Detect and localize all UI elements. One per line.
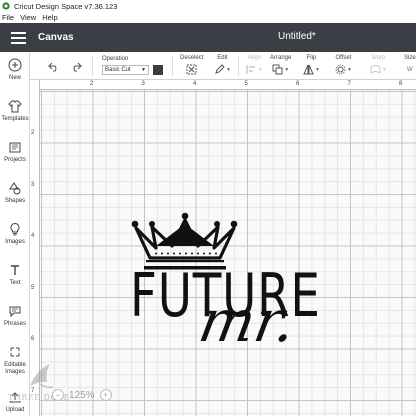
sidebar-item-label: Templates [1,116,29,122]
section-title: Canvas [38,32,74,43]
lightbulb-icon [10,222,20,236]
sidebar-item-label: Text [9,280,21,286]
ruler-number: 5 [31,284,35,291]
ruler-number: 3 [31,181,35,188]
flip-label: Flip [306,55,317,61]
size-group: Size W [404,55,416,73]
sidebar-item-label: Phrases [3,321,26,327]
ruler-number: 6 [31,336,35,342]
chevron-down-icon: ▼ [226,66,231,73]
chevron-down-icon: ▼ [347,66,352,73]
shapes-icon [9,182,21,195]
window-title: Cricut Design Space v7.36.123 [14,1,118,11]
sidebar-item-label: New [8,75,21,81]
deselect-button[interactable]: Deselect [180,55,203,75]
flip-button[interactable]: Flip ▼ [303,55,320,75]
document-title: Untitled* [278,31,316,42]
folder-icon [9,142,21,153]
chevron-down-icon: ▼ [284,66,290,73]
ruler-number: 2 [90,81,94,87]
offset-icon [335,64,346,75]
arrange-button[interactable]: Arrange ▼ [270,55,291,75]
editable-images-icon [10,347,20,357]
ruler-number: 7 [347,81,351,87]
operation-value: Basic Cut [105,67,131,73]
sidebar-item-label: Shapes [4,198,26,204]
warp-button: Warp ▼ [370,55,387,75]
sidebar-item-label: Images [5,239,25,245]
ruler-horizontal: 2 3 4 5 6 7 8 [40,80,416,90]
deselect-label: Deselect [180,55,204,61]
text-icon [11,265,19,275]
cricut-app-icon [2,2,10,10]
sidebar-item-text[interactable]: Text [0,259,30,297]
align-icon [246,65,255,74]
sidebar-item-images[interactable]: Images [0,218,30,256]
chevron-down-icon: ▼ [258,66,263,73]
app-header: Canvas Untitled* [0,23,416,52]
hamburger-icon [10,31,26,44]
align-label: Align [247,55,262,61]
deselect-icon [186,64,197,75]
menu-bar: File View Help [0,12,416,23]
ruler-number: 6 [296,81,300,87]
undo-icon[interactable] [48,62,60,72]
edit-button[interactable]: Edit ▼ [214,55,231,75]
zoom-out-button[interactable]: − [52,389,64,401]
plus-circle-icon [8,58,22,72]
chevron-down-icon: ▼ [382,66,387,73]
ruler-number: 5 [244,81,248,87]
menu-view[interactable]: View [20,13,36,22]
menu-help[interactable]: Help [42,13,57,22]
offset-button[interactable]: Offset ▼ [335,55,352,75]
align-button: Align ▼ [246,55,263,75]
design-canvas[interactable]: FUTURE mr. [40,90,416,416]
pencil-icon [215,64,225,74]
ruler-number: 4 [193,81,197,87]
flip-icon [303,64,314,75]
size-label: Size [404,55,416,61]
warp-icon [370,65,381,74]
ruler-number: 3 [141,81,145,87]
operation-group: Operation [102,56,128,62]
sidebar-item-new[interactable]: New [0,54,30,92]
ruler-number: 8 [399,81,403,87]
arrange-label: Arrange [270,55,292,61]
toolbar-divider [172,56,173,76]
ruler-number: 2 [31,130,35,136]
three-dove-watermark: THREE DOVE [4,358,74,416]
window-titlebar: Cricut Design Space v7.36.123 [0,0,416,12]
speech-bubble-icon [9,306,21,318]
sidebar-item-phrases[interactable]: Phrases [0,300,30,338]
sidebar-item-templates[interactable]: Templates [0,95,30,133]
sidebar-item-projects[interactable]: Projects [0,136,30,174]
design-group[interactable]: FUTURE mr. [130,210,330,372]
offset-label: Offset [335,55,352,61]
hamburger-menu-button[interactable] [0,23,36,52]
edit-toolbar: Operation Basic Cut ▼ Deselect Edit ▼ Al… [30,52,416,80]
operation-label: Operation [102,56,129,62]
sidebar-item-shapes[interactable]: Shapes [0,177,30,215]
warp-label: Warp [371,55,386,61]
shirt-icon [8,100,22,113]
redo-icon[interactable] [70,62,82,72]
operation-color-swatch[interactable] [153,65,163,75]
zoom-level: 125% [69,389,95,401]
toolbar-divider [238,56,239,76]
ruler-number: 4 [31,233,35,239]
sidebar-item-label: Projects [4,157,26,163]
operation-select[interactable]: Basic Cut ▼ [102,65,149,75]
chevron-down-icon: ▼ [315,66,320,73]
edit-label: Edit [217,55,228,61]
menu-file[interactable]: File [2,13,14,22]
mr-script-text[interactable]: mr. [194,287,301,355]
arrange-icon [272,64,283,75]
zoom-in-button[interactable]: + [99,389,112,401]
zoom-control: − 125% + [52,388,112,402]
toolbar-divider [92,56,93,76]
chevron-down-icon: ▼ [141,67,146,73]
